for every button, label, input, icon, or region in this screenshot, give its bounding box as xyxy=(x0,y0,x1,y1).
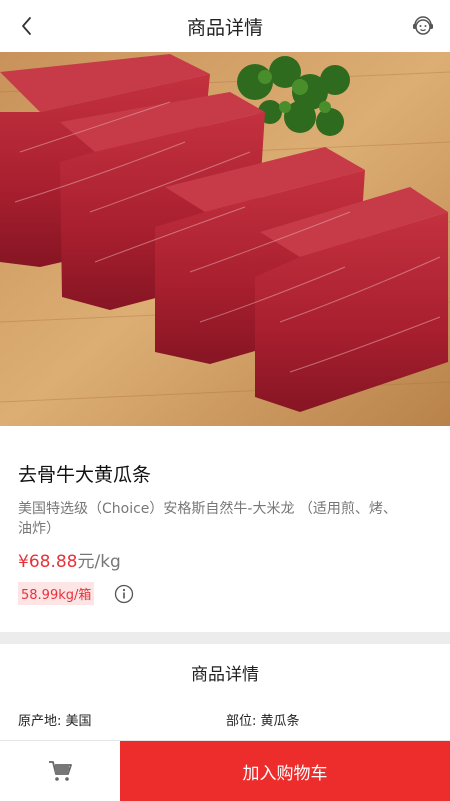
cart-button[interactable] xyxy=(0,741,120,801)
back-arrow-icon[interactable] xyxy=(14,12,42,40)
box-price-badge: 58.99kg/箱 xyxy=(18,582,95,605)
bottom-action-bar: 加入购物车 xyxy=(0,740,450,801)
product-price: ¥68.88 xyxy=(18,552,78,572)
price-row: ¥68.88 元/kg xyxy=(18,547,432,572)
price-unit: 元/kg xyxy=(77,552,121,572)
section-divider xyxy=(0,632,450,644)
product-image xyxy=(0,52,450,426)
product-info: 去骨牛大黄瓜条 美国特选级（Choice）安格斯自然牛-大米龙 （适用煎、烤、油… xyxy=(0,426,450,632)
add-to-cart-button[interactable]: 加入购物车 xyxy=(120,741,450,801)
origin-attribute: 原产地: 美国 xyxy=(18,714,92,729)
info-icon[interactable] xyxy=(114,584,134,604)
customer-service-icon[interactable] xyxy=(410,13,436,39)
page-title: 商品详情 xyxy=(186,16,263,39)
top-nav-bar: 商品详情 xyxy=(0,0,450,52)
details-title: 商品详情 xyxy=(191,665,259,685)
part-attribute: 部位: 黄瓜条 xyxy=(226,714,300,729)
details-section: 商品详情 原产地: 美国 部位: 黄瓜条 xyxy=(0,644,450,740)
shopping-cart-icon xyxy=(49,761,72,781)
product-description: 美国特选级（Choice）安格斯自然牛-大米龙 （适用煎、烤、油炸） xyxy=(18,501,397,537)
box-price-row: 58.99kg/箱 xyxy=(18,582,432,605)
product-name: 去骨牛大黄瓜条 xyxy=(18,464,152,486)
